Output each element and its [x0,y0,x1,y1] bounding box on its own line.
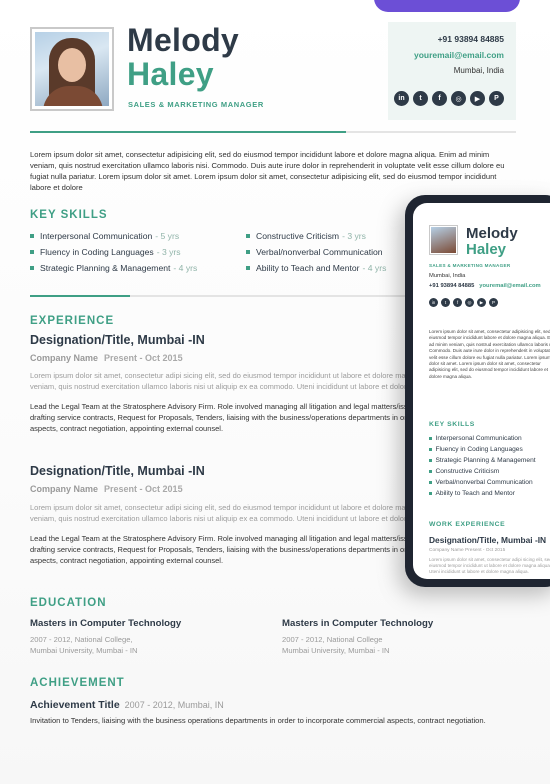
company-line: Company Name Present - Oct 2015 [30,484,183,494]
linkedin-icon[interactable]: in [394,91,409,106]
phone-screen: Melody Haley SALES & MARKETING MANAGER M… [413,203,550,579]
mobile-location: Mumbai, India [429,273,466,279]
contact-panel: +91 93894 84885 youremail@email.com Mumb… [388,22,516,120]
job-designation: Designation/Title, Mumbai -IN [30,464,205,478]
degree-title: Masters in Computer Technology [30,618,182,629]
mobile-skill-item: Verbal/nonverbal Communication [429,479,533,486]
education-heading: EDUCATION [30,597,107,609]
pinterest-icon[interactable]: P [489,298,498,307]
location: Mumbai, India [453,66,504,75]
resume-page: Melody Haley SALES & MARKETING MANAGER +… [0,0,550,784]
experience-heading: EXPERIENCE [30,315,115,327]
linkedin-icon[interactable]: in [429,298,438,307]
pinterest-icon[interactable]: P [489,91,504,106]
mobile-skill-item: Interpersonal Communication [429,435,522,442]
degree-detail: 2007 - 2012, National College [282,635,383,644]
profile-photo [30,27,114,111]
degree-detail: 2007 - 2012, National College, [30,635,133,644]
skills-heading: KEY SKILLS [30,209,108,221]
first-name: Melody [127,22,240,58]
mobile-social-links: in t f ◎ ▶ P [429,298,498,307]
mobile-job-intro: Lorem ipsum dolor sit amet, consectetur … [429,557,550,575]
mobile-last-name: Haley [466,241,507,258]
portrait-image [35,32,109,106]
top-tab-button[interactable] [374,0,520,12]
skill-item: Strategic Planning & Management - 4 yrs [30,263,197,273]
job-designation: Designation/Title, Mumbai -IN [30,333,205,347]
facebook-icon[interactable]: f [453,298,462,307]
email-link[interactable]: youremail@email.com [414,50,504,60]
twitter-icon[interactable]: t [413,91,428,106]
achievement-description: Invitation to Tenders, liaising with the… [30,716,486,725]
skill-item: Fluency in Coding Languages - 3 yrs [30,247,181,257]
mobile-skills-heading: KEY SKILLS [429,421,475,428]
mobile-summary: Lorem ipsum dolor sit amet, consectetur … [429,329,550,379]
mobile-profile-photo [429,225,458,255]
mobile-contact: +91 93894 84885 youremail@email.com [429,283,541,289]
mobile-job-title: SALES & MARKETING MANAGER [429,263,511,268]
summary-text: Lorem ipsum dolor sit amet, consectetur … [30,150,505,192]
divider-accent [30,295,130,297]
degree-title: Masters in Computer Technology [282,618,434,629]
last-name: Haley [127,56,214,92]
achievement-title: Achievement Title 2007 - 2012, Mumbai, IN [30,699,224,711]
degree-detail: Mumbai University, Mumbai - IN [282,646,390,655]
social-links: in t f ◎ ▶ P [394,91,504,106]
instagram-icon[interactable]: ◎ [451,91,466,106]
degree-detail: Mumbai University, Mumbai - IN [30,646,138,655]
youtube-icon[interactable]: ▶ [470,91,485,106]
skill-item: Ability to Teach and Mentor - 4 yrs [246,263,386,273]
mobile-skill-item: Fluency in Coding Languages [429,446,523,453]
company-line: Company Name Present - Oct 2015 [30,353,183,363]
mobile-job-designation: Designation/Title, Mumbai -IN [429,535,547,545]
twitter-icon[interactable]: t [441,298,450,307]
mobile-skill-item: Strategic Planning & Management [429,457,536,464]
instagram-icon[interactable]: ◎ [465,298,474,307]
achievement-heading: ACHIEVEMENT [30,677,125,689]
youtube-icon[interactable]: ▶ [477,298,486,307]
job-title: SALES & MARKETING MANAGER [128,100,264,109]
mobile-skill-item: Constructive Criticism [429,468,499,475]
skill-item: Verbal/nonverbal Communication [246,247,386,257]
skill-item: Interpersonal Communication - 5 yrs [30,231,179,241]
facebook-icon[interactable]: f [432,91,447,106]
phone-number: +91 93894 84885 [437,34,504,44]
mobile-first-name: Melody [466,225,518,242]
mobile-experience-heading: WORK EXPERIENCE [429,521,506,528]
phone-mockup: Melody Haley SALES & MARKETING MANAGER M… [405,195,550,587]
divider-accent [30,131,346,133]
mobile-company-line: Company Name Present - Oct 2015 [429,548,506,553]
mobile-skill-item: Ability to Teach and Mentor [429,490,515,497]
skill-item: Constructive Criticism - 3 yrs [246,231,366,241]
